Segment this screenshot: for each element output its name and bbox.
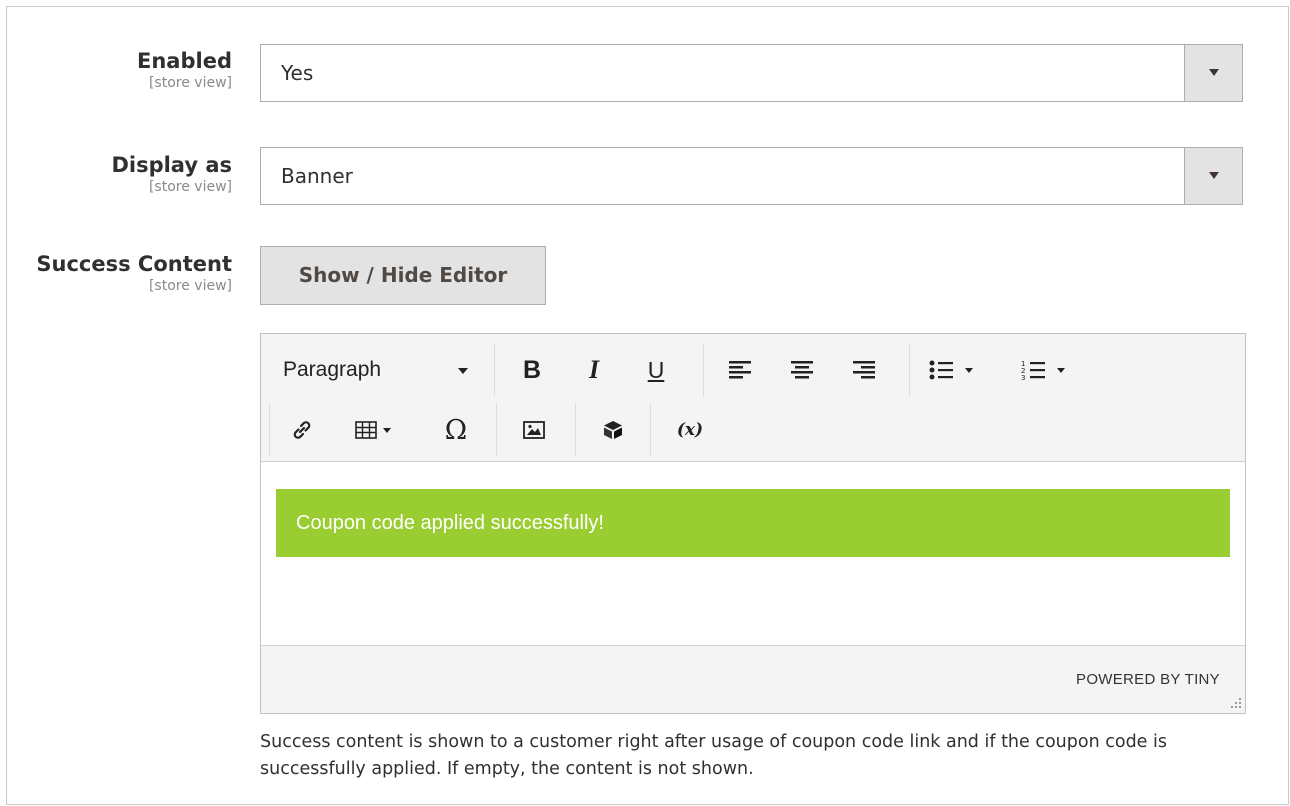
display-as-scope: [store view] xyxy=(148,179,232,195)
special-character-icon: Ω xyxy=(444,414,468,446)
numbered-list-icon: 123 xyxy=(1021,360,1045,381)
bullet-list-button[interactable] xyxy=(925,352,995,388)
toolbar-separator xyxy=(494,344,495,396)
success-content-scope: [store view] xyxy=(148,278,232,294)
toolbar-separator xyxy=(650,404,651,456)
align-left-button[interactable] xyxy=(721,352,759,388)
format-select-value: Paragraph xyxy=(283,358,382,381)
success-banner: Coupon code applied successfully! xyxy=(276,489,1230,557)
enabled-select[interactable]: Yes xyxy=(260,44,1243,102)
chevron-down-icon xyxy=(1209,172,1219,179)
chevron-down-icon xyxy=(383,427,391,433)
display-as-dropdown-toggle[interactable] xyxy=(1184,148,1242,204)
success-content-label: Success Content xyxy=(36,252,232,276)
align-right-button[interactable] xyxy=(845,352,883,388)
format-select[interactable]: Paragraph xyxy=(275,352,475,388)
special-character-button[interactable]: Ω xyxy=(437,412,475,448)
resize-handle-icon[interactable] xyxy=(1228,696,1242,710)
success-content-label-block: Success Content [store view] xyxy=(36,251,232,295)
display-as-label: Display as xyxy=(111,153,232,177)
italic-icon: I xyxy=(588,355,600,384)
wysiwyg-editor: Paragraph B I U 123 Ω (x) Coupon code ap… xyxy=(260,333,1246,714)
enabled-scope: [store view] xyxy=(148,75,232,91)
toolbar-separator xyxy=(575,404,576,456)
enabled-dropdown-toggle[interactable] xyxy=(1184,45,1242,101)
align-center-icon xyxy=(791,361,813,379)
link-button[interactable] xyxy=(283,412,321,448)
link-icon xyxy=(293,421,311,439)
powered-by-tiny-link[interactable]: POWERED BY TINY xyxy=(1076,671,1220,688)
bold-button[interactable]: B xyxy=(513,352,551,388)
display-as-select-value: Banner xyxy=(281,164,353,188)
field-note: Success content is shown to a customer r… xyxy=(260,732,1167,779)
insert-variable-button[interactable]: (x) xyxy=(669,412,711,448)
svg-text:3: 3 xyxy=(1021,374,1025,381)
image-icon xyxy=(523,421,545,439)
toolbar-separator xyxy=(496,404,497,456)
bullet-list-icon xyxy=(929,360,953,380)
table-button[interactable] xyxy=(349,412,409,448)
chevron-down-icon xyxy=(458,368,468,374)
toolbar-separator xyxy=(703,344,704,396)
insert-widget-button[interactable] xyxy=(594,412,632,448)
display-as-label-block: Display as [store view] xyxy=(111,152,232,196)
numbered-list-button[interactable]: 123 xyxy=(1017,352,1087,388)
table-icon xyxy=(355,421,377,439)
underline-button[interactable]: U xyxy=(637,352,675,388)
editor-content-area[interactable]: Coupon code applied successfully! xyxy=(261,462,1245,645)
align-right-icon xyxy=(853,361,875,379)
chevron-down-icon xyxy=(965,367,973,373)
enabled-label: Enabled xyxy=(137,49,232,73)
bold-icon: B xyxy=(522,355,542,384)
show-hide-editor-button[interactable]: Show / Hide Editor xyxy=(260,246,546,305)
display-as-select[interactable]: Banner xyxy=(260,147,1243,205)
underline-icon: U xyxy=(647,356,665,383)
insert-image-button[interactable] xyxy=(515,412,553,448)
chevron-down-icon xyxy=(1057,367,1065,373)
editor-toolbar: Paragraph B I U 123 Ω (x) xyxy=(261,334,1245,462)
widget-icon xyxy=(604,421,622,439)
toolbar-separator xyxy=(909,344,910,396)
chevron-down-icon xyxy=(1209,69,1219,76)
editor-statusbar: POWERED BY TINY xyxy=(261,645,1245,713)
align-center-button[interactable] xyxy=(783,352,821,388)
variable-icon: (x) xyxy=(676,420,704,440)
enabled-select-value: Yes xyxy=(281,61,314,85)
italic-button[interactable]: I xyxy=(575,352,613,388)
enabled-label-block: Enabled [store view] xyxy=(137,48,232,92)
toolbar-separator xyxy=(269,404,270,456)
align-left-icon xyxy=(729,361,751,379)
